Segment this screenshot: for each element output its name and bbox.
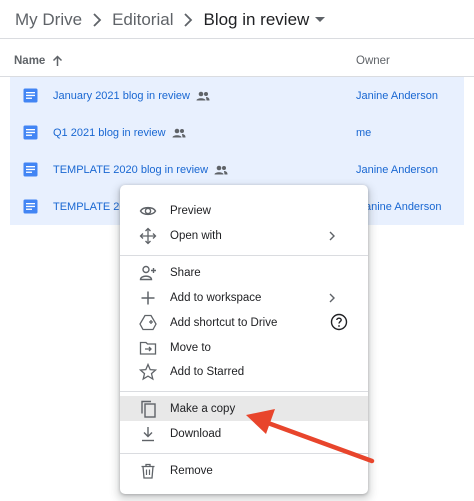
chevron-right-icon	[173, 8, 203, 32]
table-row[interactable]: Q1 2021 blog in review me	[10, 114, 464, 151]
star-icon	[138, 362, 158, 381]
shared-people-icon	[172, 128, 186, 138]
chevron-right-icon	[324, 290, 340, 306]
menu-item-move-to[interactable]: Move to	[120, 335, 368, 360]
google-docs-icon	[23, 88, 38, 103]
move-arrows-icon	[139, 227, 157, 245]
menu-item-add-to-starred[interactable]: Add to Starred	[120, 359, 368, 384]
drive-shortcut-icon	[139, 314, 157, 332]
menu-item-make-a-copy[interactable]: Make a copy	[120, 396, 368, 421]
menu-item-label: Open with	[170, 229, 222, 242]
file-name[interactable]: TEMPLATE 2020 blog in review	[53, 164, 228, 176]
eye-icon	[139, 202, 157, 220]
table-row[interactable]: TEMPLATE 2020 blog in review Janine Ande…	[10, 151, 464, 188]
sort-ascending-icon[interactable]	[52, 55, 63, 67]
menu-item-add-shortcut[interactable]: Add shortcut to Drive	[120, 310, 368, 335]
menu-divider	[120, 391, 368, 392]
menu-item-remove[interactable]: Remove	[120, 458, 368, 483]
chevron-right-icon	[82, 8, 112, 32]
context-menu: Preview Open with Share Add to workspace…	[120, 185, 368, 494]
help-icon[interactable]	[330, 313, 348, 331]
menu-item-label: Download	[170, 427, 222, 440]
owner-name: Janine Anderson	[356, 89, 438, 102]
google-docs-icon	[23, 162, 38, 177]
owner-name: me	[356, 126, 372, 139]
menu-item-share[interactable]: Share	[120, 260, 368, 285]
breadcrumb-editorial[interactable]: Editorial	[112, 10, 173, 30]
menu-item-open-with[interactable]: Open with	[120, 223, 368, 248]
dropdown-caret-icon[interactable]	[315, 17, 326, 23]
column-header-name[interactable]: Name	[14, 50, 63, 72]
menu-item-label: Add to workspace	[170, 291, 262, 304]
plus-icon	[139, 289, 157, 307]
menu-divider	[120, 453, 368, 454]
breadcrumb: My Drive Editorial Blog in review	[15, 8, 326, 32]
google-docs-icon	[23, 125, 38, 140]
menu-item-label: Share	[170, 266, 201, 279]
shared-people-icon	[196, 91, 210, 101]
menu-item-add-to-workspace[interactable]: Add to workspace	[120, 285, 368, 310]
menu-item-label: Move to	[170, 341, 211, 354]
owner-name: Janine Anderson	[356, 163, 438, 176]
breadcrumb-blog-in-review[interactable]: Blog in review	[203, 10, 309, 30]
chevron-right-icon	[324, 228, 340, 244]
menu-item-label: Add shortcut to Drive	[170, 316, 278, 329]
menu-divider	[120, 255, 368, 256]
file-name[interactable]: January 2021 blog in review	[53, 90, 210, 102]
download-icon	[139, 425, 157, 443]
menu-item-download[interactable]: Download	[120, 421, 368, 446]
menu-item-preview[interactable]: Preview	[120, 198, 368, 223]
google-docs-icon	[23, 199, 38, 214]
person-add-icon	[139, 264, 157, 282]
divider	[0, 38, 474, 39]
menu-item-label: Add to Starred	[170, 365, 245, 378]
shared-people-icon	[214, 165, 228, 175]
folder-move-icon	[139, 339, 157, 357]
copy-icon	[139, 400, 157, 418]
column-header-owner[interactable]: Owner	[356, 50, 390, 72]
menu-item-label: Make a copy	[170, 402, 236, 415]
table-row[interactable]: January 2021 blog in review Janine Ander…	[10, 77, 464, 114]
file-name[interactable]: Q1 2021 blog in review	[53, 127, 186, 139]
owner-name: anine Anderson	[365, 200, 442, 213]
menu-item-label: Preview	[170, 204, 211, 217]
trash-icon	[139, 462, 157, 480]
menu-item-label: Remove	[170, 464, 213, 477]
breadcrumb-my-drive[interactable]: My Drive	[15, 10, 82, 30]
